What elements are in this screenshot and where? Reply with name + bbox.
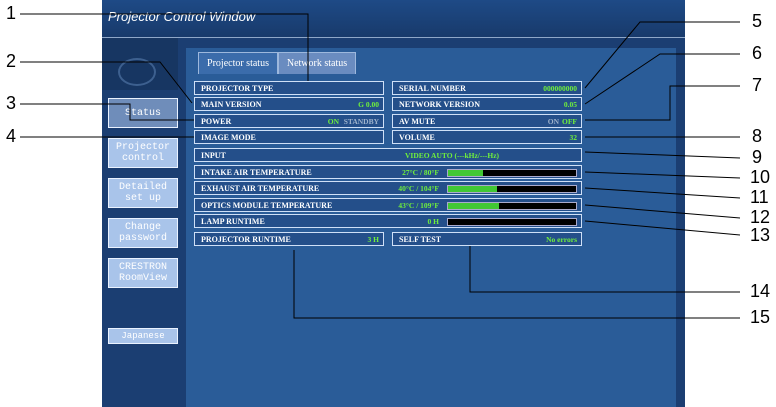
callout-line-14 [469, 246, 740, 293]
callout-number-7: 7 [752, 75, 763, 95]
callout-line-10 [584, 171, 741, 179]
callout-line-13 [584, 220, 741, 236]
callout-line-15 [293, 250, 740, 319]
callout-line-1 [20, 13, 309, 81]
callout-line-7 [585, 85, 740, 121]
callout-line-2 [20, 61, 193, 104]
callout-number-5: 5 [752, 11, 763, 31]
callout-number-10: 10 [750, 167, 771, 187]
callout-line-12 [584, 204, 741, 219]
callout-line-11 [584, 187, 741, 199]
callout-number-14: 14 [750, 281, 771, 301]
callout-number-3: 3 [6, 93, 17, 113]
callout-number-8: 8 [752, 126, 763, 146]
callout-line-3 [20, 103, 194, 121]
callout-number-11: 11 [750, 187, 769, 207]
callout-number-4: 4 [6, 126, 17, 146]
callout-lines [20, 13, 741, 319]
figure: Projector Control Window Status Projecto… [0, 0, 776, 407]
callout-line-5 [584, 21, 740, 89]
callout-line-9 [584, 151, 741, 159]
callout-number-15: 15 [750, 307, 771, 327]
callout-line-6 [584, 53, 740, 105]
callout-number-1: 1 [6, 3, 17, 23]
callout-number-9: 9 [752, 147, 763, 167]
callout-number-13: 13 [750, 225, 771, 245]
callout-number-12: 12 [750, 207, 771, 227]
callout-number-2: 2 [6, 51, 17, 71]
callout-number-6: 6 [752, 43, 763, 63]
